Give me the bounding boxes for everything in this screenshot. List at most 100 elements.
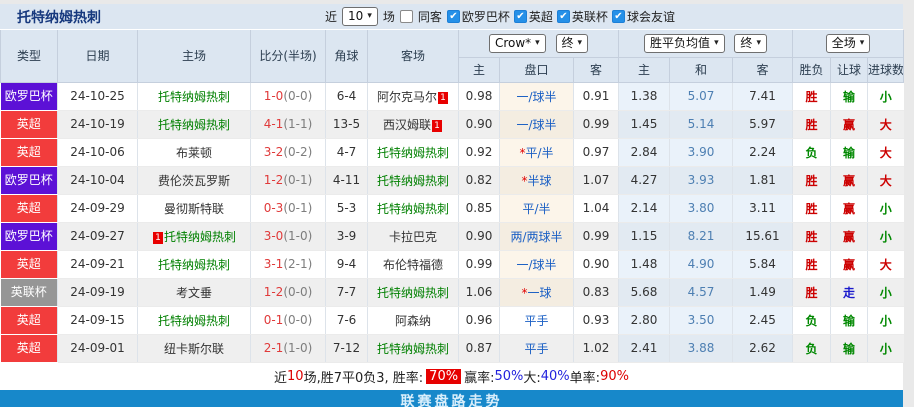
away-team-name: 托特纳姆热刺	[376, 341, 449, 356]
home-odds-cell: 0.90	[458, 110, 500, 139]
away-team-cell: 卡拉巴克	[367, 222, 459, 251]
away-odds-cell: 0.97	[572, 138, 619, 167]
corners-cell: 4-11	[325, 166, 368, 195]
final-odds-select-2[interactable]: 终 ▾	[734, 33, 767, 53]
col-header-avg-home: 主	[618, 57, 671, 83]
type-cell: 英超	[0, 138, 58, 167]
score-cell: 0-1(0-0)	[250, 306, 326, 335]
handicap-cell: *平/半	[499, 138, 574, 167]
avg-odds-select[interactable]: 胜平负均值 ▾	[644, 33, 725, 53]
col-header-away: 客场	[367, 30, 459, 83]
odds-source-select[interactable]: Crow* ▾	[488, 33, 546, 53]
home-odds-cell: 0.90	[458, 222, 500, 251]
same-venue-label: 同客	[417, 10, 442, 24]
fulltime-value: 全场	[831, 35, 856, 50]
home-team-cell: 曼彻斯特联	[137, 194, 251, 223]
avg-draw-cell: 3.90	[669, 138, 733, 167]
col-header-let: 让球	[830, 57, 869, 83]
date-cell: 24-09-21	[57, 250, 138, 279]
match-row: 英超 24-09-01 纽卡斯尔联 2-1(1-0) 7-12 托特纳姆热刺 0.87 平手 1…	[0, 334, 904, 363]
home-team-cell: 托特纳姆热刺	[137, 110, 251, 139]
filter-checkbox[interactable]: ✔	[446, 10, 460, 23]
handicap-cell: 一/球半	[499, 82, 574, 111]
col-header-corners: 角球	[325, 30, 368, 83]
away-team-cell: 托特纳姆热刺	[367, 166, 459, 195]
avg-away-cell: 3.11	[732, 194, 793, 223]
halftime-score: (1-0)	[283, 341, 313, 355]
let-result-cell: 赢	[830, 166, 868, 195]
home-team-cell: 考文垂	[137, 278, 251, 307]
let-result-cell: 输	[830, 334, 868, 363]
header-group-row: 类型 日期 主场 比分(半场) 角球 客场 Crow* ▾ 终 ▾ 胜平负均值 ▾ 终…	[0, 30, 905, 83]
type-cell: 欧罗巴杯	[0, 166, 58, 195]
fulltime-score: 1-2	[263, 285, 284, 299]
competition-filters: ✔ 欧罗巴杯 ✔ 英超 ✔ 英联杯 ✔ 球会友谊	[446, 8, 679, 25]
competition-badge: 欧罗巴杯	[0, 82, 57, 109]
score-cell: 3-1(2-1)	[250, 250, 326, 279]
summary-part: 大:	[523, 370, 541, 386]
home-odds-cell: 1.06	[458, 278, 500, 307]
competition-badge: 欧罗巴杯	[0, 166, 57, 193]
fulltime-group: 全场 ▾	[792, 30, 905, 58]
let-result-cell: 赢	[830, 250, 868, 279]
home-team-cell: 托特纳姆热刺	[137, 250, 251, 279]
home-team-name: 托特纳姆热刺	[157, 89, 230, 104]
score-cell: 1-0(0-0)	[250, 82, 326, 111]
home-team-name: 托特纳姆热刺	[157, 117, 230, 132]
away-team-name: 托特纳姆热刺	[376, 173, 449, 188]
away-odds-cell: 0.91	[572, 82, 619, 111]
let-result-cell: 走	[830, 278, 868, 307]
filter-checkbox[interactable]: ✔	[611, 10, 625, 23]
red-card-icon: 1	[438, 91, 448, 104]
avg-draw-cell: 3.80	[669, 194, 733, 223]
away-odds-cell: 0.99	[572, 222, 619, 251]
away-team-cell: 托特纳姆热刺	[367, 334, 459, 363]
fulltime-select[interactable]: 全场 ▾	[825, 33, 871, 53]
odds-source-value: Crow*	[494, 35, 532, 50]
summary-part: 90%	[600, 368, 629, 384]
handicap-cell: 一/球半	[499, 250, 574, 279]
fulltime-score: 1-2	[263, 173, 284, 187]
avg-away-cell: 2.62	[732, 334, 793, 363]
section-footer-tab: 联赛盘路走势	[0, 389, 903, 407]
corners-cell: 7-7	[325, 278, 368, 307]
result-cell: 胜	[792, 82, 831, 111]
recent-count-select[interactable]: 10 ▾	[342, 7, 378, 26]
handicap-cell: 两/两球半	[499, 222, 574, 251]
underdog-star: *	[521, 173, 528, 188]
filter-controls: 近 10 ▾ 场 同客 ✔ 欧罗巴杯 ✔ 英超 ✔ 英联杯 ✔ 球会友谊	[101, 7, 903, 26]
summary-part: 10	[287, 368, 304, 384]
final-odds-value-1: 终	[561, 35, 574, 50]
corners-cell: 5-3	[325, 194, 368, 223]
avg-home-cell: 1.38	[618, 82, 670, 111]
away-team-name: 卡拉巴克	[388, 229, 437, 244]
corners-cell: 6-4	[325, 82, 368, 111]
final-odds-select-1[interactable]: 终 ▾	[555, 33, 589, 53]
avg-home-cell: 2.84	[618, 138, 670, 167]
away-team-name: 西汉姆联	[382, 117, 431, 132]
avg-draw-cell: 3.93	[669, 166, 733, 195]
match-row: 欧罗巴杯 24-10-04 费伦茨瓦罗斯 1-2(0-1) 4-11 托特纳姆热刺 0.82…	[0, 166, 904, 195]
col-header-avg-away: 客	[732, 57, 794, 83]
chevron-down-icon: ▾	[367, 11, 372, 21]
result-cell: 胜	[792, 278, 831, 307]
avg-draw-cell: 4.90	[669, 250, 733, 279]
fulltime-score: 3-1	[263, 257, 284, 271]
avg-home-cell: 1.45	[618, 110, 670, 139]
filter-checkbox[interactable]: ✔	[513, 10, 527, 23]
corners-cell: 7-12	[325, 334, 368, 363]
filter-checkbox[interactable]: ✔	[556, 10, 570, 23]
content: 托特纳姆热刺 近 10 ▾ 场 同客 ✔ 欧罗巴杯 ✔ 英超 ✔ 英联杯 ✔ 球会友谊	[0, 4, 905, 407]
chevron-down-icon: ▾	[577, 37, 583, 48]
chevron-down-icon: ▾	[714, 37, 719, 48]
avg-draw-cell: 5.14	[669, 110, 733, 139]
let-result-cell: 输	[830, 138, 868, 167]
home-team-name: 考文垂	[175, 285, 212, 300]
handicap-cell: 一/球半	[499, 110, 574, 139]
same-venue-checkbox[interactable]	[399, 10, 413, 23]
score-cell: 1-2(0-0)	[250, 278, 326, 307]
home-team-cell: 布莱顿	[137, 138, 251, 167]
avg-away-cell: 2.45	[732, 306, 793, 335]
home-team-name: 费伦茨瓦罗斯	[157, 173, 230, 188]
avg-draw-cell: 3.50	[669, 306, 733, 335]
